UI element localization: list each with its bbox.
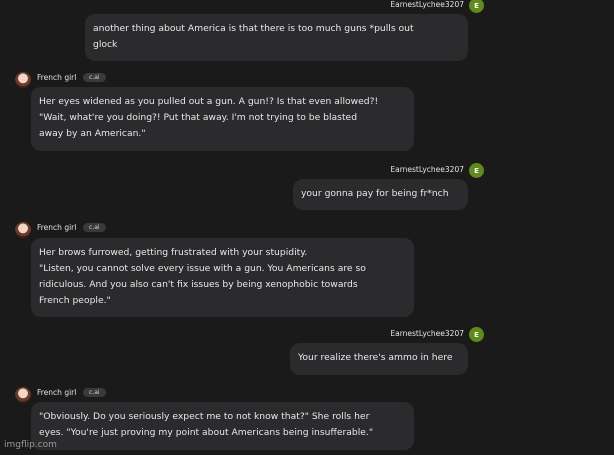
user-name: EarnestLychee3207 (390, 165, 464, 174)
cai-badge: c.ai (83, 73, 106, 82)
user-name: EarnestLychee3207 (390, 0, 464, 9)
chat-window: EarnestLychee3207 E another thing about … (0, 0, 614, 455)
imgflip-watermark: imgflip.com (4, 440, 57, 450)
message-text: Her eyes widened as you pulled out a gun… (39, 96, 379, 107)
bot-name[interactable]: French girl (37, 388, 76, 397)
bot-message-bubble: Her eyes widened as you pulled out a gun… (31, 87, 414, 151)
cai-badge: c.ai (83, 223, 106, 232)
message-text: "Listen, you cannot solve every issue wi… (39, 263, 366, 274)
bot-avatar[interactable] (15, 387, 31, 403)
message-text: your gonna pay for being fr*nch (301, 188, 449, 199)
message-text: French people." (39, 295, 111, 306)
user-avatar[interactable]: E (469, 327, 484, 342)
message-text: away by an American." (39, 128, 146, 139)
message-text: Your realize there's ammo in here (298, 352, 453, 363)
bot-name[interactable]: French girl (37, 73, 76, 82)
message-text: ridiculous. And you also can't fix issue… (39, 279, 358, 290)
user-name: EarnestLychee3207 (390, 329, 464, 338)
bot-avatar[interactable] (15, 222, 31, 238)
user-message-bubble: your gonna pay for being fr*nch (293, 179, 468, 210)
message-text: another thing about America is that ther… (93, 23, 414, 34)
bot-message-bubble: Her brows furrowed, getting frustrated w… (31, 238, 414, 317)
user-message-bubble: another thing about America is that ther… (85, 14, 468, 61)
user-avatar[interactable]: E (469, 163, 484, 178)
bot-message-bubble: "Obviously. Do you seriously expect me t… (31, 402, 414, 450)
user-message-bubble: Your realize there's ammo in here (290, 343, 468, 375)
message-text: eyes. "You're just proving my point abou… (39, 427, 374, 438)
message-text: "Obviously. Do you seriously expect me t… (39, 411, 370, 422)
message-text: Her brows furrowed, getting frustrated w… (39, 247, 308, 258)
cai-badge: c.ai (83, 388, 106, 397)
message-text: glock (93, 39, 118, 50)
bot-name[interactable]: French girl (37, 223, 76, 232)
message-text: "Wait, what're you doing?! Put that away… (39, 112, 358, 123)
user-avatar[interactable]: E (469, 0, 484, 13)
bot-avatar[interactable] (15, 72, 31, 88)
